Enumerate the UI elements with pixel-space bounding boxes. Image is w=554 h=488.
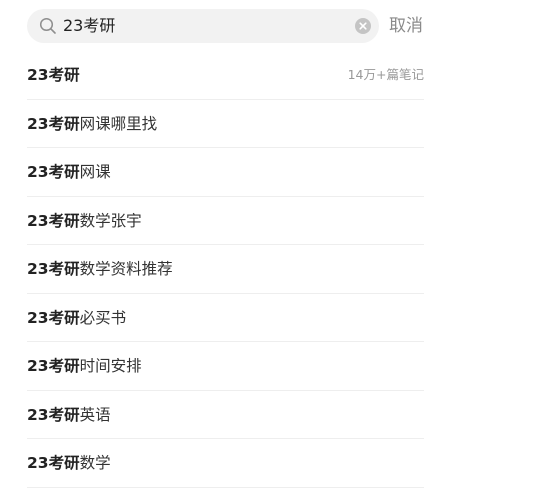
suggestion-keyword: 23考研: [27, 163, 80, 181]
suggestion-item[interactable]: 23考研数学: [27, 439, 424, 488]
suggestion-label: 23考研时间安排: [27, 342, 142, 390]
suggestion-label: 23考研数学: [27, 439, 111, 487]
note-count: 14万+篇笔记: [347, 67, 424, 82]
suggestion-keyword: 23考研: [27, 357, 80, 375]
search-input[interactable]: 23考研: [63, 9, 115, 43]
suggestion-keyword: 23考研: [27, 66, 80, 84]
suggestion-label: 23考研必买书: [27, 294, 126, 342]
suggestion-suffix: 数学张宇: [79, 211, 142, 230]
suggestion-item[interactable]: 23考研数学资料推荐: [27, 245, 424, 294]
search-bar: 23考研 取消: [27, 9, 427, 43]
suggestion-suffix: 必买书: [79, 308, 127, 327]
suggestion-item[interactable]: 23考研网课: [27, 148, 424, 197]
suggestion-label: 23考研网课哪里找: [27, 100, 157, 148]
suggestion-suffix: 数学: [79, 454, 111, 472]
search-box[interactable]: 23考研: [27, 9, 379, 43]
clear-icon[interactable]: [355, 18, 371, 34]
search-icon: [39, 17, 57, 35]
suggestion-item[interactable]: 23考研必买书: [27, 294, 424, 342]
suggestion-list: 23考研 14万+篇笔记 23考研网课哪里找 23考研网课 23考研数学张宇 2…: [27, 51, 424, 488]
suggestion-item[interactable]: 23考研时间安排: [27, 342, 424, 391]
cancel-button[interactable]: 取消: [389, 9, 423, 43]
suggestion-keyword: 23考研: [27, 260, 80, 278]
suggestion-keyword: 23考研: [27, 211, 80, 230]
suggestion-suffix: 英语: [79, 405, 111, 424]
suggestion-item[interactable]: 23考研网课哪里找: [27, 100, 424, 148]
suggestion-suffix: 数学资料推荐: [79, 260, 173, 278]
suggestion-item[interactable]: 23考研英语: [27, 391, 424, 439]
suggestion-label: 23考研英语: [27, 391, 111, 439]
suggestion-keyword: 23考研: [27, 454, 80, 472]
suggestion-keyword: 23考研: [27, 114, 80, 133]
suggestion-item[interactable]: 23考研数学张宇: [27, 197, 424, 245]
suggestion-keyword: 23考研: [27, 405, 80, 424]
suggestion-label: 23考研网课: [27, 148, 111, 196]
suggestion-item[interactable]: 23考研 14万+篇笔记: [27, 51, 424, 100]
suggestion-keyword: 23考研: [27, 308, 80, 327]
suggestion-suffix: 网课: [79, 163, 111, 181]
suggestion-label: 23考研: [27, 51, 80, 99]
suggestion-suffix: 时间安排: [79, 357, 142, 375]
suggestion-label: 23考研数学张宇: [27, 197, 142, 245]
suggestion-label: 23考研数学资料推荐: [27, 245, 173, 293]
suggestion-suffix: 网课哪里找: [79, 114, 158, 133]
